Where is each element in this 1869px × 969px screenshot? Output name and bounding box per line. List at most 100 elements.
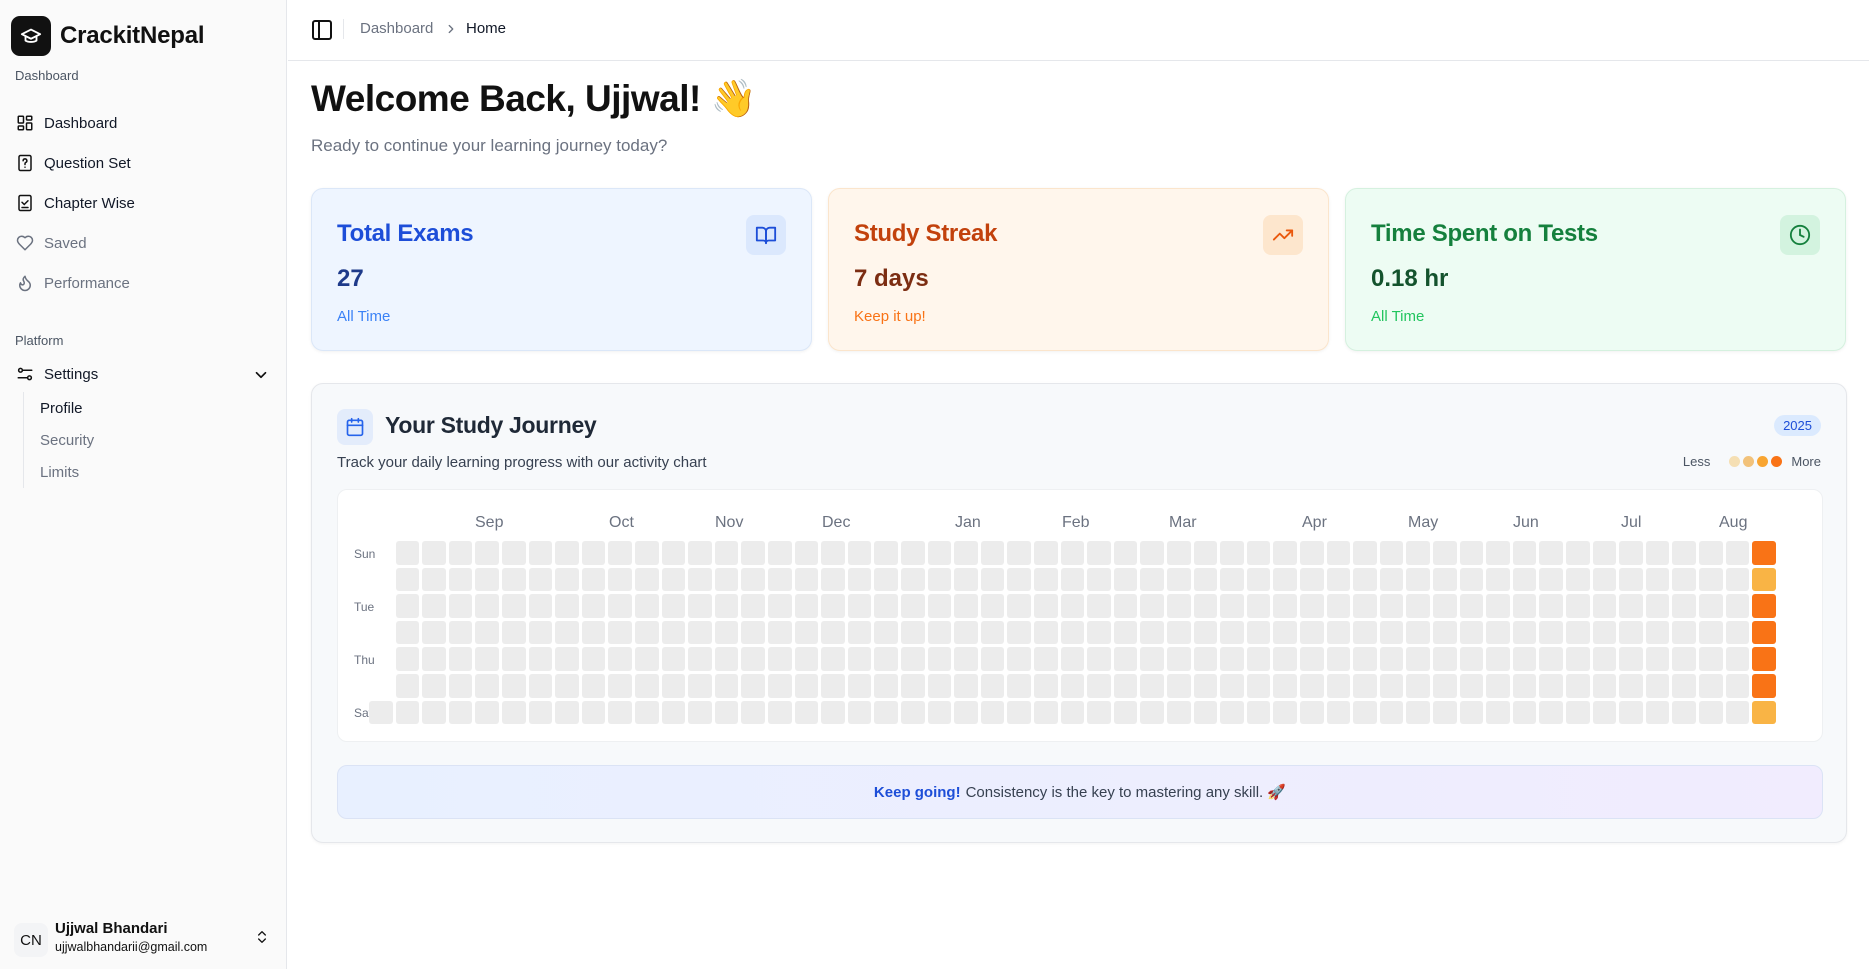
heatmap-cell[interactable]: [661, 620, 686, 645]
heatmap-cell[interactable]: [1699, 647, 1723, 671]
heatmap-cell[interactable]: [475, 700, 499, 725]
heatmap-cell[interactable]: [1007, 674, 1031, 698]
heatmap-cell[interactable]: [1619, 594, 1643, 618]
heatmap-cell[interactable]: [1353, 700, 1377, 725]
heatmap-cell[interactable]: [1007, 700, 1031, 725]
heatmap-cell[interactable]: [1406, 594, 1430, 618]
heatmap-cell[interactable]: [1672, 567, 1696, 592]
heatmap-cell[interactable]: [581, 620, 606, 645]
heatmap-cell[interactable]: [1167, 700, 1191, 725]
breadcrumb-dashboard[interactable]: Dashboard: [360, 20, 433, 37]
heatmap-cell[interactable]: [688, 594, 712, 618]
heatmap-cell[interactable]: [502, 620, 526, 645]
heatmap-cell[interactable]: [741, 594, 765, 618]
heatmap-cell[interactable]: [954, 647, 978, 671]
heatmap-cell[interactable]: [1220, 647, 1244, 671]
heatmap-cell[interactable]: [741, 700, 765, 725]
heatmap-cell[interactable]: [688, 567, 712, 592]
heatmap-cell[interactable]: [1406, 620, 1430, 645]
heatmap-cell[interactable]: [1220, 594, 1244, 618]
heatmap-cell[interactable]: [422, 594, 446, 618]
heatmap-cell[interactable]: [874, 700, 898, 725]
heatmap-cell[interactable]: [1087, 567, 1111, 592]
heatmap-cell[interactable]: [794, 647, 819, 671]
heatmap-cell[interactable]: [1512, 700, 1537, 725]
heatmap-cell[interactable]: [1512, 647, 1537, 671]
heatmap-cell[interactable]: [901, 620, 925, 645]
heatmap-cell[interactable]: [608, 647, 632, 671]
heatmap-cell[interactable]: [502, 567, 526, 592]
heatmap-cell[interactable]: [1433, 700, 1457, 725]
heatmap-cell[interactable]: [581, 647, 606, 671]
heatmap-cell[interactable]: [555, 594, 579, 618]
heatmap-cell[interactable]: [1060, 620, 1085, 645]
heatmap-cell[interactable]: [980, 541, 1005, 565]
heatmap-cell[interactable]: [395, 647, 420, 671]
heatmap-cell[interactable]: [1645, 594, 1670, 618]
heatmap-cell[interactable]: [635, 594, 659, 618]
heatmap-cell[interactable]: [1273, 594, 1297, 618]
heatmap-cell[interactable]: [608, 567, 632, 592]
heatmap-cell[interactable]: [1539, 620, 1563, 645]
heatmap-cell[interactable]: [1353, 594, 1377, 618]
heatmap-cell[interactable]: [1566, 647, 1590, 671]
heatmap-cell[interactable]: [1273, 541, 1297, 565]
heatmap-cell[interactable]: [768, 674, 792, 698]
heatmap-cell[interactable]: [1672, 620, 1696, 645]
heatmap-cell[interactable]: [555, 620, 579, 645]
heatmap-cell[interactable]: [1353, 541, 1377, 565]
heatmap-cell[interactable]: [1167, 567, 1191, 592]
heatmap-cell[interactable]: [1193, 700, 1218, 725]
heatmap-cell[interactable]: [422, 674, 446, 698]
heatmap-cell[interactable]: [1353, 567, 1377, 592]
heatmap-cell[interactable]: [1672, 674, 1696, 698]
heatmap-cell[interactable]: [555, 647, 579, 671]
sidebar-subitem-limits[interactable]: Limits: [40, 464, 79, 481]
heatmap-cell[interactable]: [1193, 647, 1218, 671]
heatmap-cell[interactable]: [1619, 620, 1643, 645]
heatmap-cell[interactable]: [1220, 620, 1244, 645]
heatmap-cell[interactable]: [1406, 700, 1430, 725]
heatmap-cell[interactable]: [661, 594, 686, 618]
heatmap-cell[interactable]: [847, 594, 872, 618]
heatmap-cell[interactable]: [661, 674, 686, 698]
heatmap-cell[interactable]: [714, 594, 739, 618]
heatmap-cell[interactable]: [528, 647, 553, 671]
heatmap-cell[interactable]: [741, 674, 765, 698]
heatmap-cell[interactable]: [581, 700, 606, 725]
heatmap-cell[interactable]: [927, 620, 952, 645]
heatmap-cell[interactable]: [741, 620, 765, 645]
heatmap-cell[interactable]: [1752, 647, 1776, 671]
heatmap-cell[interactable]: [1459, 567, 1484, 592]
heatmap-cell[interactable]: [741, 647, 765, 671]
heatmap-cell[interactable]: [1566, 620, 1590, 645]
heatmap-cell[interactable]: [1486, 541, 1510, 565]
heatmap-cell[interactable]: [608, 620, 632, 645]
heatmap-cell[interactable]: [502, 674, 526, 698]
heatmap-cell[interactable]: [794, 541, 819, 565]
heatmap-cell[interactable]: [1113, 567, 1138, 592]
heatmap-cell[interactable]: [1220, 700, 1244, 725]
heatmap-cell[interactable]: [1379, 594, 1404, 618]
heatmap-cell[interactable]: [422, 647, 446, 671]
heatmap-cell[interactable]: [581, 541, 606, 565]
heatmap-cell[interactable]: [927, 700, 952, 725]
heatmap-cell[interactable]: [901, 541, 925, 565]
heatmap-cell[interactable]: [448, 541, 473, 565]
heatmap-cell[interactable]: [1140, 567, 1164, 592]
heatmap-cell[interactable]: [1433, 541, 1457, 565]
heatmap-cell[interactable]: [1060, 541, 1085, 565]
heatmap-cell[interactable]: [847, 647, 872, 671]
heatmap-cell[interactable]: [980, 594, 1005, 618]
heatmap-cell[interactable]: [528, 567, 553, 592]
heatmap-cell[interactable]: [1273, 700, 1297, 725]
heatmap-cell[interactable]: [714, 674, 739, 698]
heatmap-cell[interactable]: [821, 674, 845, 698]
heatmap-cell[interactable]: [1060, 700, 1085, 725]
heatmap-cell[interactable]: [1699, 674, 1723, 698]
heatmap-cell[interactable]: [1512, 594, 1537, 618]
heatmap-cell[interactable]: [980, 567, 1005, 592]
heatmap-cell[interactable]: [1273, 674, 1297, 698]
heatmap-cell[interactable]: [741, 541, 765, 565]
heatmap-cell[interactable]: [688, 541, 712, 565]
